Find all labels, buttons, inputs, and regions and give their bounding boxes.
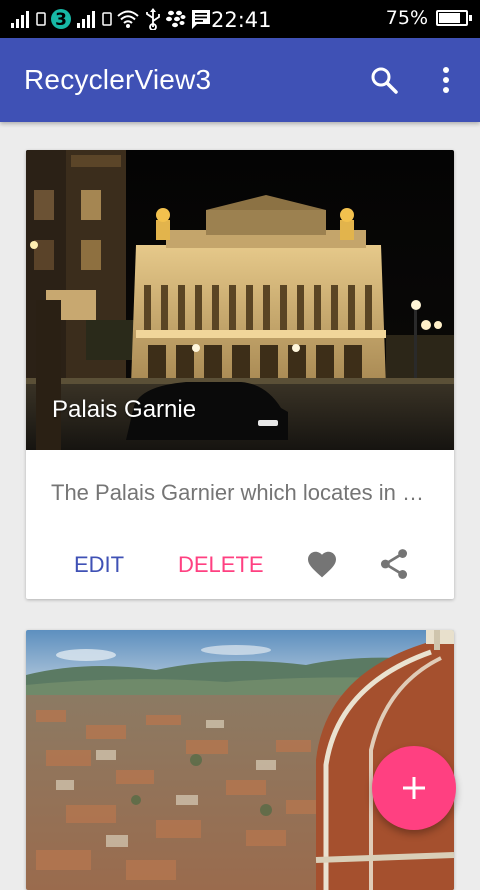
card-palais-garnier[interactable]: Palais Garnie The Palais Garnier which l… <box>26 150 454 599</box>
status-bar: 3 22:41 75% <box>0 0 480 38</box>
sim-icon <box>102 12 112 26</box>
share-icon[interactable] <box>376 546 412 582</box>
more-vert-icon[interactable] <box>428 60 464 100</box>
carrier-3-icon: 3 <box>50 7 72 31</box>
card-title: Palais Garnie <box>52 396 197 423</box>
battery-status: 75% <box>385 7 472 29</box>
edit-button[interactable]: EDIT <box>74 552 124 578</box>
battery-fill <box>439 13 460 23</box>
message-icon <box>190 8 212 30</box>
battery-icon <box>436 10 472 26</box>
plus-icon <box>403 777 425 799</box>
wifi-icon <box>116 9 140 29</box>
status-time: 22:41 <box>211 8 272 32</box>
usb-icon <box>144 8 162 30</box>
card-description: The Palais Garnier which locates in Pari… <box>51 480 431 505</box>
status-icons: 3 <box>0 0 212 38</box>
app-title: RecyclerView3 <box>24 64 212 95</box>
add-fab-button[interactable] <box>372 746 456 830</box>
delete-button[interactable]: DELETE <box>178 552 264 578</box>
blackberry-icon <box>166 9 186 29</box>
signal-icon <box>76 9 98 29</box>
app-bar: RecyclerView3 <box>0 38 480 122</box>
search-icon[interactable] <box>366 60 402 100</box>
card-image: Palais Garnie <box>26 150 454 450</box>
battery-percent: 75% <box>385 7 428 29</box>
sim-icon <box>36 12 46 26</box>
heart-icon[interactable] <box>304 546 340 582</box>
carrier-badge-text: 3 <box>55 10 67 30</box>
signal-icon <box>10 9 32 29</box>
